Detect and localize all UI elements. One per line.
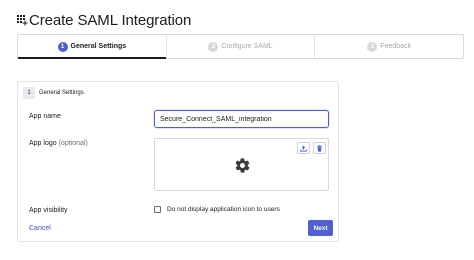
- app-logo-label-text: App logo: [29, 140, 57, 147]
- gear-icon: [234, 157, 251, 179]
- step-general-settings[interactable]: 1 General Settings: [18, 35, 166, 59]
- upload-icon: [300, 145, 307, 152]
- step-number-badge: 2: [208, 41, 219, 52]
- hide-icon-checkbox-label[interactable]: Do not display application icon to users: [167, 206, 280, 213]
- app-name-input[interactable]: [154, 110, 329, 128]
- app-name-label: App name: [29, 113, 61, 120]
- cancel-link[interactable]: Cancel: [29, 225, 51, 232]
- hide-icon-checkbox[interactable]: [154, 206, 161, 213]
- step-number-badge: 3: [367, 41, 378, 52]
- step-label: Feedback: [380, 43, 412, 50]
- upload-button[interactable]: [297, 142, 310, 154]
- wizard-steps: 1 General Settings 2 Configure SAML 3 Fe…: [17, 34, 464, 59]
- app-grid-add-icon: [17, 14, 28, 26]
- step-label: General Settings: [70, 43, 127, 50]
- hide-icon-option[interactable]: Do not display application icon to users: [154, 206, 280, 213]
- section-number-badge: 1: [23, 87, 35, 99]
- app-visibility-label: App visibility: [29, 207, 68, 214]
- app-logo-label: App logo (optional): [29, 140, 88, 147]
- section-title: General Settings: [39, 90, 84, 96]
- next-button[interactable]: Next: [308, 220, 333, 236]
- general-settings-card: 1 General Settings App name App logo (op…: [17, 81, 339, 242]
- app-logo-dropzone[interactable]: [154, 138, 329, 191]
- step-feedback[interactable]: 3 Feedback: [314, 35, 463, 58]
- page-title: Create SAML Integration: [29, 11, 192, 29]
- step-configure-saml[interactable]: 2 Configure SAML: [165, 35, 315, 58]
- step-number-badge: 1: [57, 41, 68, 52]
- trash-icon: [316, 144, 323, 152]
- page-header: Create SAML Integration: [17, 10, 191, 30]
- optional-hint: (optional): [58, 140, 88, 147]
- step-label: Configure SAML: [221, 43, 273, 50]
- delete-logo-button[interactable]: [313, 142, 326, 154]
- card-header: 1 General Settings: [23, 87, 84, 99]
